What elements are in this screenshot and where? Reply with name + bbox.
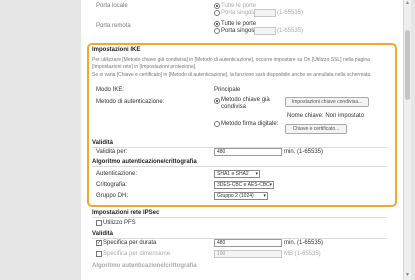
size-unit: MB (1-65535) bbox=[284, 251, 321, 257]
scroll-down-icon[interactable]: ▼ bbox=[405, 273, 410, 278]
auth-algo-value: SHA1 e SHA2 bbox=[217, 171, 249, 177]
ike-algo-title: Algoritmo autenticazione/crittografia bbox=[92, 159, 197, 165]
psk-method-radio[interactable] bbox=[214, 98, 220, 104]
scrollbar-thumb[interactable] bbox=[405, 30, 410, 100]
divider bbox=[92, 217, 387, 218]
vertical-scrollbar[interactable]: ▲ ▼ bbox=[403, 0, 411, 280]
size-label: Specifica per dimensione bbox=[103, 251, 171, 257]
dh-group-label: Gruppo DH: bbox=[96, 193, 129, 199]
ike-mode-value: Principale bbox=[214, 87, 241, 93]
ike-validity-label: Validità per: bbox=[96, 149, 128, 155]
remote-port-all-radio[interactable] bbox=[214, 21, 220, 27]
local-port-input[interactable] bbox=[254, 9, 276, 17]
dh-group-select[interactable]: Gruppo 2 (1024) ▾ bbox=[214, 192, 268, 200]
crypto-label: Crittografia: bbox=[96, 182, 128, 188]
ike-desc-line2: [Impostazioni rete] in [Impostazioni pro… bbox=[92, 64, 197, 70]
size-checkbox[interactable] bbox=[96, 251, 102, 257]
auth-method-label: Metodo di autenticazione: bbox=[96, 99, 165, 105]
psk-settings-button[interactable]: Impostazioni chiave condivisa... bbox=[285, 97, 369, 107]
digital-signature-label: Metodo firma digitale: bbox=[221, 121, 279, 127]
crypto-value: 3DES-CBC e AES-CBC bbox=[217, 182, 270, 188]
remote-port-range: (1-65535) bbox=[277, 28, 304, 34]
ipsec-algo-title: Algoritmo autenticazione/crittografia bbox=[92, 263, 197, 269]
chevron-down-icon: ▾ bbox=[263, 193, 266, 199]
pfs-checkbox[interactable] bbox=[96, 220, 102, 226]
ipsec-section-title: Impostazioni rete IPSec bbox=[92, 210, 160, 216]
pfs-label: Utilizzo PFS bbox=[103, 220, 136, 226]
local-port-single-label: Porta singola bbox=[221, 10, 257, 16]
remote-port-input[interactable] bbox=[254, 27, 276, 35]
remote-port-single-label: Porta singola bbox=[221, 28, 257, 34]
ike-section-title: Impostazioni IKE bbox=[92, 47, 141, 53]
local-port-range: (1-65535) bbox=[277, 10, 304, 16]
crypto-select[interactable]: 3DES-CBC e AES-CBC ▾ bbox=[214, 181, 274, 189]
remote-port-all-label: Tutte le porte bbox=[221, 21, 257, 27]
ike-desc-line1: Per utilizzare [Metodo chiave già condiv… bbox=[92, 57, 370, 63]
size-input[interactable]: 100 bbox=[214, 250, 282, 258]
ike-mode-label: Modo IKE: bbox=[96, 87, 125, 93]
divider bbox=[92, 166, 387, 167]
local-port-single-radio[interactable] bbox=[214, 10, 220, 16]
remote-port-label: Porta remota bbox=[96, 23, 131, 29]
chevron-down-icon: ▾ bbox=[255, 171, 258, 177]
ike-validity-title: Validità bbox=[92, 140, 114, 146]
key-certificate-button[interactable]: Chiave e certificato... bbox=[285, 124, 347, 134]
dh-group-value: Gruppo 2 (1024) bbox=[217, 193, 254, 199]
auth-algo-select[interactable]: SHA1 e SHA2 ▾ bbox=[214, 170, 260, 178]
digital-signature-radio[interactable] bbox=[214, 121, 220, 127]
ike-validity-input[interactable]: 480 bbox=[214, 148, 282, 156]
local-port-label: Porta locale bbox=[96, 3, 128, 9]
duration-unit: min. (1-65535) bbox=[284, 240, 324, 246]
local-port-all-label: Tutte le porte bbox=[221, 3, 257, 9]
remote-port-single-radio[interactable] bbox=[214, 28, 220, 34]
scroll-up-icon[interactable]: ▲ bbox=[405, 1, 410, 6]
auth-algo-label: Autenticazione: bbox=[96, 171, 138, 177]
psk-key-name: Nome chiave: Non impostato bbox=[287, 113, 365, 119]
psk-method-label-line2: condivisa bbox=[221, 104, 247, 110]
psk-method-label-line1: Metodo chiave già bbox=[221, 97, 270, 103]
duration-label: Specifica per durata bbox=[103, 240, 157, 246]
duration-input[interactable]: 480 bbox=[214, 239, 282, 247]
ike-validity-unit: min. (1-65535) bbox=[284, 149, 324, 155]
ike-desc-line3: Se si varia [Chiave e certificato] in [M… bbox=[92, 72, 372, 78]
ipsec-validity-title: Validità bbox=[92, 231, 114, 237]
duration-checkbox[interactable]: ✓ bbox=[96, 240, 102, 246]
chevron-down-icon: ▾ bbox=[269, 182, 272, 188]
local-port-all-radio[interactable] bbox=[214, 3, 220, 9]
